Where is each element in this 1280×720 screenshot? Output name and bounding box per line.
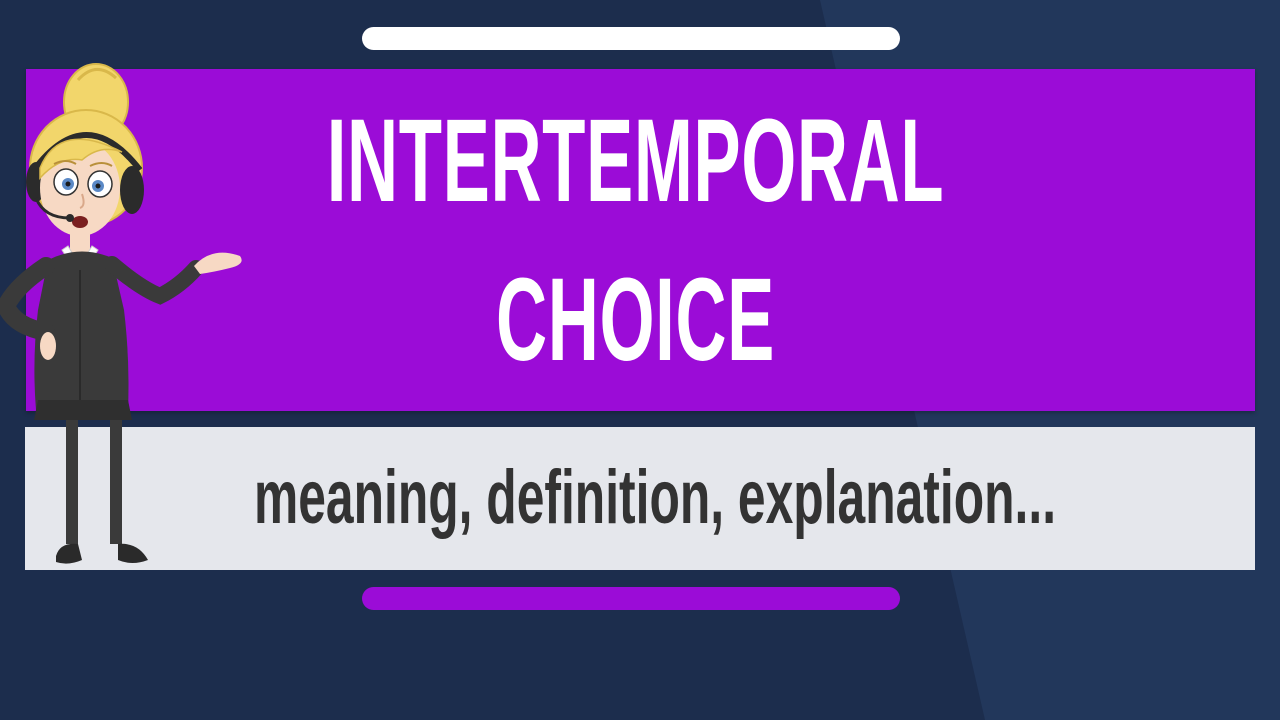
title-line-1: INTERTEMPORAL xyxy=(326,95,945,227)
subtitle-text: meaning, definition, explanation... xyxy=(253,455,1057,540)
cartoon-presenter-icon xyxy=(0,63,242,564)
title-line-2: CHOICE xyxy=(496,254,775,386)
bottom-decorative-bar xyxy=(362,587,900,610)
top-decorative-bar xyxy=(362,27,900,50)
